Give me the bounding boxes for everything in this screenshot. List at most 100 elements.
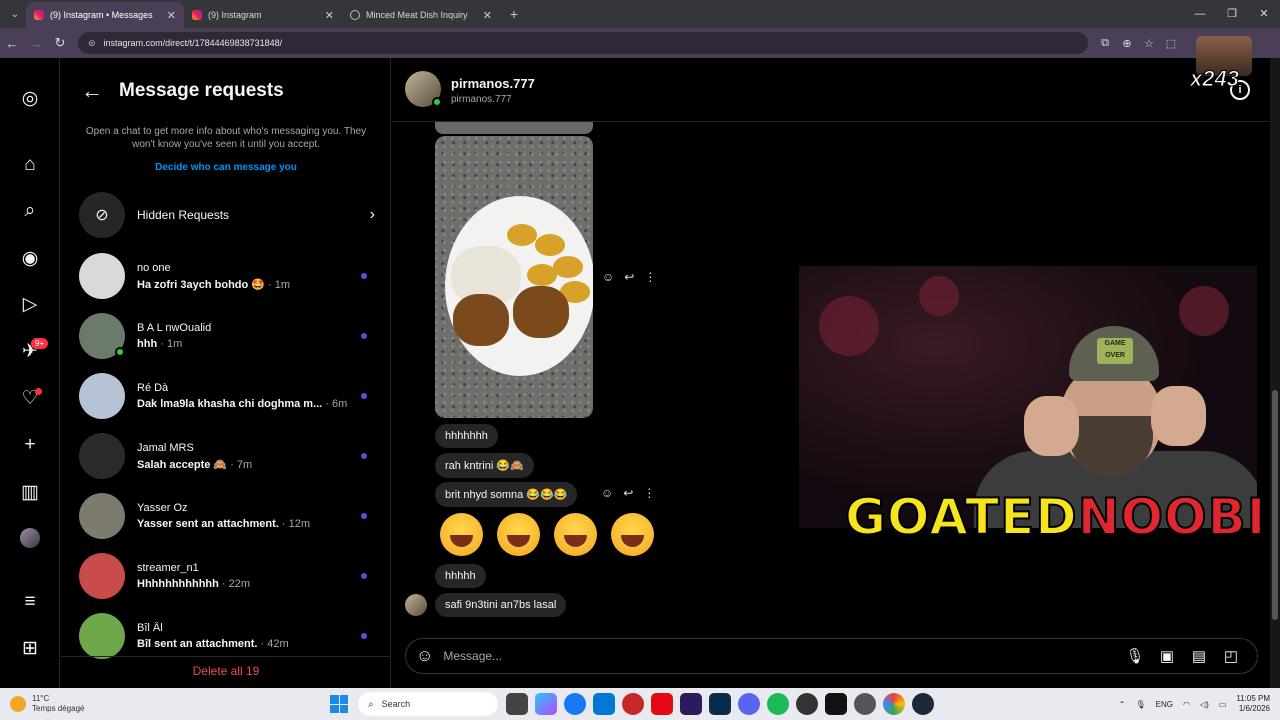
tab-search-icon[interactable]: ⌄	[4, 3, 26, 25]
hidden-requests-row[interactable]: ⊘ Hidden Requests ›	[79, 192, 375, 238]
windows-start-icon[interactable]	[330, 695, 348, 713]
task-view-icon[interactable]	[506, 693, 528, 715]
url-field[interactable]: ⊜ instagram.com/direct/t/178444698387318…	[78, 32, 1088, 54]
conversation-preview: Ha zofri 3aych bohdo 🤩 · 1m	[137, 278, 361, 291]
photoshop-icon[interactable]	[709, 693, 731, 715]
react-icon[interactable]: ☺	[602, 270, 614, 284]
github-icon[interactable]	[854, 693, 876, 715]
spotify-icon[interactable]	[767, 693, 789, 715]
online-indicator	[432, 97, 442, 107]
restore-icon[interactable]: ❐	[1216, 0, 1248, 28]
edge-icon[interactable]	[564, 693, 586, 715]
page-scrollbar[interactable]	[1270, 58, 1280, 688]
conversation-item[interactable]: B A L nwOualid hhh · 1m	[79, 308, 375, 364]
online-indicator	[115, 347, 125, 357]
forward-icon[interactable]: →	[24, 36, 48, 51]
menu-icon[interactable]: ≡	[18, 590, 42, 614]
microphone-icon[interactable]: 🎙	[1119, 647, 1151, 665]
instagram-logo-icon[interactable]: ◎	[18, 86, 42, 110]
decide-who-link[interactable]: Decide who can message you	[81, 162, 371, 173]
reels-icon[interactable]: ▷	[18, 292, 42, 316]
conversation-item[interactable]: Yasser Oz Yasser sent an attachment. · 12…	[79, 488, 375, 544]
obs-icon[interactable]	[796, 693, 818, 715]
conversation-name: streamer_n1	[137, 562, 199, 574]
minimize-icon[interactable]: —	[1184, 0, 1216, 28]
close-tab-icon[interactable]: ✕	[325, 9, 334, 22]
microphone-tray-icon[interactable]: 🎙	[1135, 700, 1145, 709]
weather-widget[interactable]: 11°C Temps dégagé	[10, 694, 310, 714]
message-bubble[interactable]: safi 9n3tini an7bs lasal	[435, 593, 567, 617]
clock[interactable]: 11:05 PM 1/6/2026	[1236, 694, 1270, 714]
reload-icon[interactable]: ↻	[48, 35, 72, 51]
discord-icon[interactable]	[738, 693, 760, 715]
chevron-up-icon[interactable]: ⌃	[1119, 700, 1126, 709]
back-icon[interactable]: ←	[0, 36, 24, 51]
steam-icon[interactable]	[912, 693, 934, 715]
netflix-icon[interactable]	[651, 693, 673, 715]
new-tab-icon[interactable]: +	[504, 6, 524, 22]
chrome-icon[interactable]	[883, 693, 905, 715]
clock-time: 11:05 PM	[1236, 694, 1270, 703]
terminal-icon[interactable]	[825, 693, 847, 715]
avatar	[79, 493, 125, 539]
back-arrow-icon[interactable]: ←	[81, 78, 103, 104]
message-input[interactable]: Message...	[443, 649, 1119, 663]
tab-instagram[interactable]: (9) Instagram ✕	[184, 2, 342, 28]
unread-dot	[361, 573, 367, 579]
volume-icon[interactable]: ◁)	[1200, 700, 1209, 709]
install-app-icon[interactable]: ⧉	[1094, 37, 1116, 50]
create-icon[interactable]: +	[18, 433, 42, 457]
delete-all-button[interactable]: Delete all 19	[61, 656, 391, 688]
previous-photo[interactable]	[435, 122, 593, 134]
tab-minced-meat[interactable]: Minced Meat Dish Inquiry ✕	[342, 2, 500, 28]
more-icon[interactable]: ⋮	[644, 270, 656, 284]
streamer-tag: x243	[1190, 66, 1240, 92]
more-icon[interactable]: ⋮	[643, 486, 655, 500]
battery-icon[interactable]: ▭	[1219, 700, 1227, 709]
app-icon[interactable]	[622, 693, 644, 715]
store-icon[interactable]	[593, 693, 615, 715]
chat-name[interactable]: pirmanos.777	[451, 76, 535, 91]
explore-icon[interactable]: ◉	[18, 246, 42, 270]
dashboard-icon[interactable]: ▥	[18, 480, 42, 504]
close-tab-icon[interactable]: ✕	[483, 9, 492, 22]
message-bubble[interactable]: hhhhh	[435, 564, 486, 588]
close-window-icon[interactable]: ✕	[1248, 0, 1280, 28]
food-photo[interactable]	[435, 136, 593, 418]
reply-icon[interactable]: ↩	[624, 270, 634, 284]
preview-text: Yasser sent an attachment.	[137, 518, 279, 530]
taskbar-search[interactable]: ⌕ Search	[358, 692, 498, 716]
wifi-icon[interactable]: ◠	[1183, 700, 1190, 709]
close-tab-icon[interactable]: ✕	[167, 9, 176, 22]
scrollbar-thumb[interactable]	[1272, 390, 1278, 620]
zoom-icon[interactable]: ⊕	[1116, 37, 1138, 50]
laughing-emoji-icon	[554, 513, 597, 556]
conversation-item[interactable]: streamer_n1 Hhhhhhhhhhhh · 22m	[79, 548, 375, 604]
tab-instagram-messages[interactable]: (9) Instagram • Messages ✕	[26, 2, 184, 28]
gif-icon[interactable]: ▤	[1183, 647, 1215, 665]
react-icon[interactable]: ☺	[601, 486, 613, 500]
message-bubble[interactable]: hhhhhhh	[435, 424, 498, 448]
home-icon[interactable]: ⌂	[18, 153, 42, 177]
image-icon[interactable]: ▣	[1151, 647, 1183, 665]
search-icon[interactable]: ⌕	[18, 199, 42, 223]
language-indicator[interactable]: ENG	[1156, 700, 1173, 709]
extensions-icon[interactable]: ⬚	[1160, 37, 1182, 50]
conversation-item[interactable]: Jamal MRS Salah accepte 🙈 · 7m	[79, 428, 375, 484]
sticker-icon[interactable]: ◰	[1215, 647, 1247, 665]
chat-avatar[interactable]	[405, 71, 442, 107]
apps-icon[interactable]: ⊞	[18, 636, 42, 660]
conversation-item[interactable]: no one Ha zofri 3aych bohdo 🤩 · 1m	[79, 248, 375, 304]
bookmark-star-icon[interactable]: ☆	[1138, 37, 1160, 50]
message-bubble[interactable]: rah kntrini 😂🙈	[435, 453, 534, 478]
message-bubble[interactable]: brit nhyd somna 😂😂😂	[435, 482, 578, 507]
sender-avatar	[405, 594, 427, 616]
emoji-picker-icon[interactable]: ☺	[416, 646, 433, 666]
site-info-icon[interactable]: ⊜	[88, 38, 96, 49]
laughing-emoji-message[interactable]	[440, 513, 654, 556]
conversation-item[interactable]: Ré Dà Dak lma9la khasha chi doghma m... ·…	[79, 368, 375, 424]
premiere-icon[interactable]	[680, 693, 702, 715]
profile-avatar[interactable]	[20, 528, 40, 548]
reply-icon[interactable]: ↩	[623, 486, 633, 500]
copilot-icon[interactable]	[535, 693, 557, 715]
